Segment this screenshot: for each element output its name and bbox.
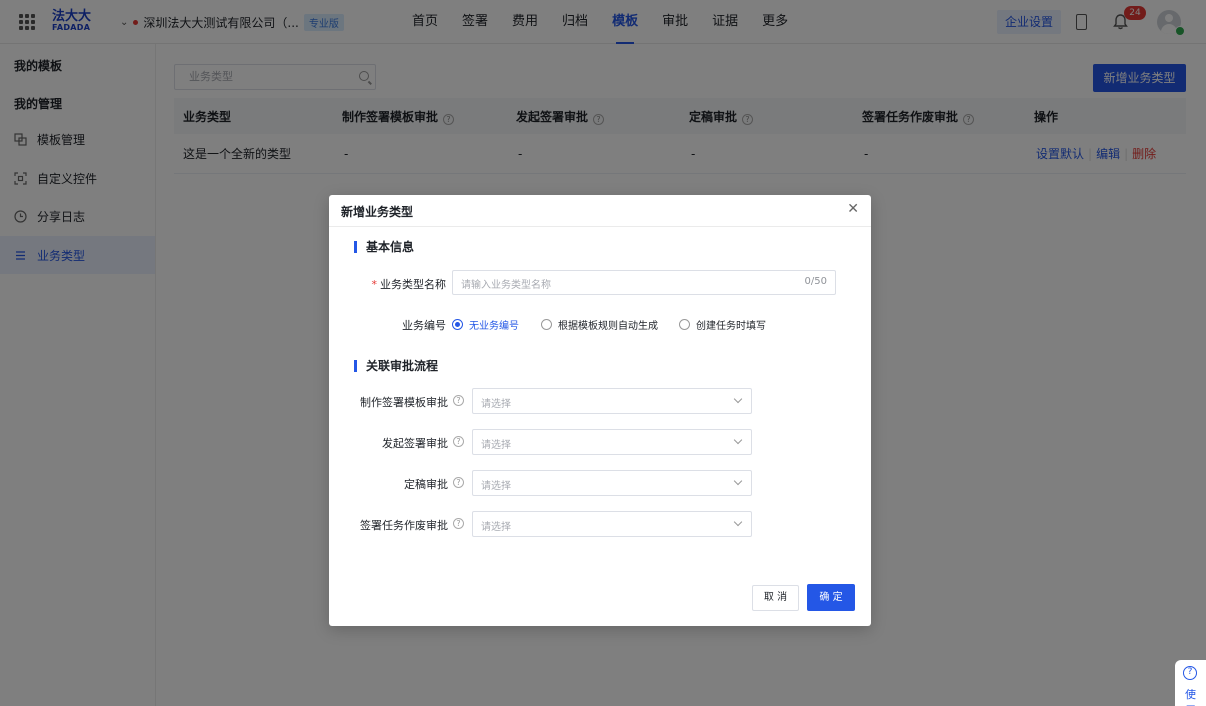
help-icon[interactable]: ?	[453, 395, 464, 406]
add-business-type-dialog: 新增业务类型 ✕ 基本信息 * 业务类型名称 请输入业务类型名称 0/50 业务编…	[329, 195, 871, 626]
name-label: * 业务类型名称	[371, 278, 447, 291]
select-template-approval[interactable]: 请选择	[472, 388, 752, 414]
select-final-approval[interactable]: 请选择	[472, 470, 752, 496]
approval-label-template: 制作签署模板审批	[360, 396, 448, 409]
radio-fill-on-create[interactable]: 创建任务时填写	[679, 317, 766, 332]
chevron-down-icon	[733, 394, 743, 404]
chevron-down-icon	[733, 476, 743, 486]
radio-circle	[541, 319, 552, 330]
help-icon[interactable]: ?	[453, 518, 464, 529]
name-placeholder: 请输入业务类型名称	[461, 280, 551, 291]
help-widget[interactable]: ? 使用	[1175, 660, 1206, 706]
help-icon[interactable]: ?	[453, 436, 464, 447]
char-counter: 0/50	[804, 276, 827, 287]
dialog-header: 新增业务类型 ✕	[329, 195, 871, 227]
radio-auto-generate[interactable]: 根据模板规则自动生成	[541, 317, 658, 332]
cancel-button[interactable]: 取 消	[752, 585, 799, 611]
help-label: 使用	[1185, 688, 1196, 706]
approval-label-void: 签署任务作废审批	[360, 519, 448, 532]
chevron-down-icon	[733, 517, 743, 527]
help-icon[interactable]: ?	[1183, 666, 1197, 680]
select-sign-approval[interactable]: 请选择	[472, 429, 752, 455]
approval-label-final: 定稿审批	[404, 478, 448, 491]
business-type-name-input[interactable]: 请输入业务类型名称 0/50	[452, 270, 836, 295]
radio-no-number[interactable]: 无业务编号	[452, 317, 519, 332]
number-label: 业务编号	[402, 319, 446, 332]
chevron-down-icon	[733, 435, 743, 445]
section-approval-flow: 关联审批流程	[354, 360, 438, 372]
section-basic-info: 基本信息	[354, 241, 414, 253]
required-mark: *	[371, 278, 378, 291]
close-icon[interactable]: ✕	[847, 202, 859, 216]
select-void-approval[interactable]: 请选择	[472, 511, 752, 537]
help-icon[interactable]: ?	[453, 477, 464, 488]
confirm-button[interactable]: 确 定	[807, 584, 855, 611]
approval-label-sign: 发起签署审批	[382, 437, 448, 450]
radio-circle	[452, 319, 463, 330]
dialog-title: 新增业务类型	[341, 205, 414, 219]
radio-circle	[679, 319, 690, 330]
